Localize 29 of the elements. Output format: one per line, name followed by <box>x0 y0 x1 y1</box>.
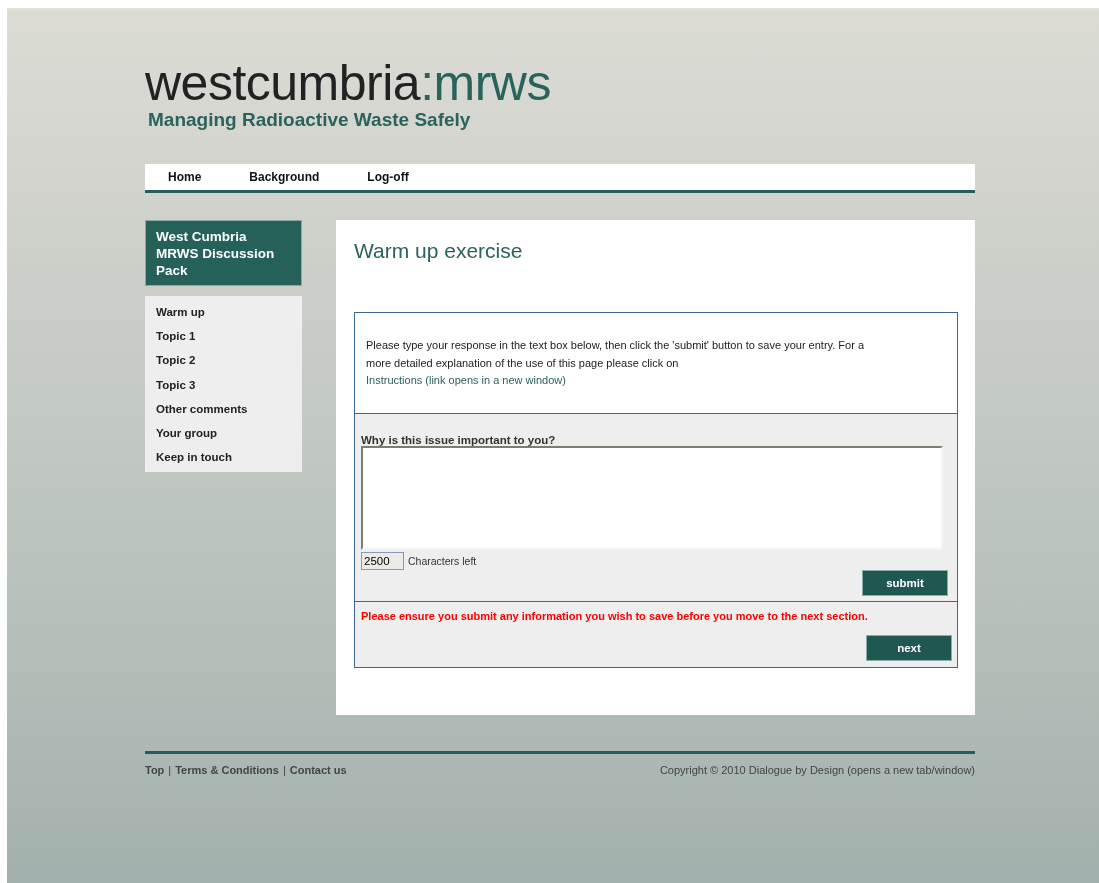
separator: | <box>282 764 286 776</box>
sidebar-item[interactable]: Other comments <box>145 396 259 421</box>
instructions-link[interactable]: Instructions (link opens in a new window) <box>366 374 566 386</box>
warning-text: Please ensure you submit any information you wish to save before you move to the next section. <box>361 609 868 622</box>
nav-link[interactable]: Background <box>249 170 320 184</box>
nav-link[interactable]: Log-off <box>367 170 409 184</box>
footer-link[interactable]: Terms & Conditions <box>175 764 279 776</box>
page-heading: Warm up exercise <box>354 239 524 263</box>
character-counter[interactable]: 2500 <box>361 551 404 570</box>
sidebar-title: West Cumbria MRWS Discussion Pack <box>145 220 302 286</box>
sidebar-item[interactable]: Topic 1 <box>145 324 207 349</box>
instructions-text: Please type your response in the text box below, then click the 'submit' button to save your entry. For a more detailed explanation of the use of this page please click on Instructions (link opens in a new window) <box>366 338 866 388</box>
nav-link[interactable]: Home <box>168 170 202 184</box>
question-label: Why is this issue important to you? <box>361 433 556 446</box>
sidebar-item[interactable]: Your group <box>145 421 229 446</box>
answer-field[interactable] <box>361 445 943 550</box>
submit-button[interactable]: submit <box>862 569 948 596</box>
sidebar-item[interactable]: Topic 3 <box>145 372 207 397</box>
counter-label: Characters left <box>408 554 477 567</box>
tagline: Managing Radioactive Waste Safely <box>148 109 471 131</box>
next-button[interactable]: next <box>866 634 952 661</box>
sidebar-item[interactable]: Keep in touch <box>145 445 244 470</box>
sidebar-item[interactable]: Warm up <box>145 300 216 325</box>
separator: | <box>168 764 172 776</box>
sidebar-item[interactable]: Topic 2 <box>145 348 207 373</box>
copyright-link[interactable]: Copyright © 2010 Dialogue by Design (opens a new tab/window) <box>659 764 975 776</box>
footer-link[interactable]: Contact us <box>289 764 347 776</box>
logo: westcumbria:mrws <box>145 57 551 109</box>
footer-link[interactable]: Top <box>145 764 165 776</box>
